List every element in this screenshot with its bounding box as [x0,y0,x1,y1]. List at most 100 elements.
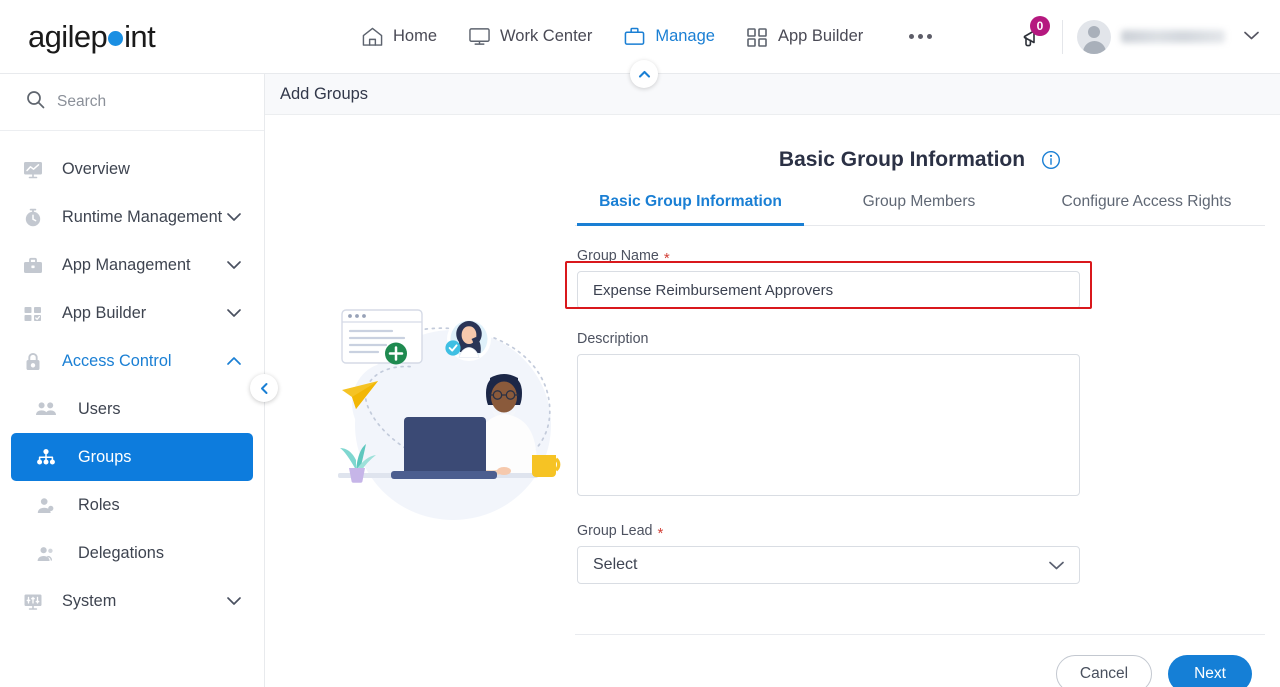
description-field: Description [575,331,1265,501]
form-panel: Basic Group Information Basic Group Info… [265,115,1280,687]
chevron-down-icon [1243,28,1260,46]
top-right-actions: 0 [1014,15,1280,54]
required-marker: * [657,524,664,542]
group-lead-label-text: Group Lead [577,523,653,539]
required-marker: * [663,249,670,267]
monitor-icon [467,26,491,48]
avatar [1077,19,1111,54]
chevron-down-icon [1048,560,1065,571]
nav-item-manage[interactable]: Manage [622,26,715,48]
tab-basic-group-information[interactable]: Basic Group Information [577,193,804,226]
panel-collapse-up-button[interactable] [630,60,658,88]
description-label: Description [577,331,1265,347]
briefcase-icon [622,26,646,48]
group-lead-field: Group Lead * Select [575,523,1265,584]
next-button[interactable]: Next [1168,655,1252,687]
group-lead-select[interactable]: Select [577,546,1080,584]
sidebar-item-users[interactable]: Users [11,385,253,433]
form-title: Basic Group Information [778,148,1026,171]
group-name-input[interactable] [577,271,1080,309]
announcements-button[interactable]: 0 [1014,15,1050,54]
grid-icon [22,303,52,324]
sidebar-item-app-builder[interactable]: App Builder [11,289,253,337]
nav-label-home: Home [393,27,438,45]
group-name-field: Group Name * [565,248,1265,309]
group-lead-selected-value: Select [593,556,638,573]
briefcase-icon [22,255,52,276]
sidebar-item-overview[interactable]: Overview [11,145,253,193]
sidebar-label-delegations: Delegations [78,543,164,562]
page-header: Add Groups [265,60,1280,115]
logo-text: agilep int [28,18,156,55]
sidebar-item-delegations[interactable]: Delegations [11,529,253,577]
application-window: agilep int Home Work Center Manage App B… [0,0,1280,687]
search-icon [26,90,45,114]
nav-item-work-center[interactable]: Work Center [467,26,592,48]
tab-configure-access-rights[interactable]: Configure Access Rights [1034,193,1259,225]
sidebar-label-system: System [62,591,117,610]
sidebar-label-access-control: Access Control [62,351,172,370]
clock-icon [22,207,52,228]
basic-group-information-form: Basic Group Information Basic Group Info… [565,115,1265,584]
chevron-down-icon [226,308,242,318]
sidebar-label-users: Users [78,399,121,418]
brand-logo[interactable]: agilep int [0,19,265,55]
lock-icon [22,351,52,372]
description-label-text: Description [577,331,649,347]
nav-label-work-center: Work Center [500,27,593,45]
form-actions: Cancel Next [1056,655,1252,687]
footer-divider [575,634,1265,635]
sidebar-item-access-control[interactable]: Access Control [11,337,253,385]
grid-icon [745,26,769,48]
role-person-icon [35,496,65,515]
sidebar-label-overview: Overview [62,159,130,178]
nav-item-app-builder[interactable]: App Builder [745,26,863,48]
sidebar-label-app-management: App Management [62,255,191,274]
sidebar-collapse-button[interactable] [250,374,278,402]
sidebar-label-groups: Groups [78,447,132,466]
system-monitor-icon [22,591,52,612]
logo-text-part2: int [124,18,156,54]
info-icon[interactable] [1041,150,1061,170]
nav-item-home[interactable]: Home [360,26,437,48]
nav-label-app-builder: App Builder [777,27,864,45]
cancel-button[interactable]: Cancel [1056,655,1152,687]
group-lead-label: Group Lead * [577,523,1265,542]
more-menu-icon[interactable] [905,26,936,47]
group-illustration [320,285,580,535]
group-name-label: Group Name * [577,248,1265,267]
logo-text-part1: agilep [28,18,108,54]
page-title: Add Groups [280,84,369,103]
sidebar-label-roles: Roles [78,495,120,514]
main-nav: Home Work Center Manage App Builder [360,26,936,48]
username-label [1121,30,1225,43]
sidebar-item-groups[interactable]: Groups [11,433,253,481]
sidebar-label-app-builder: App Builder [62,303,147,322]
sidebar-item-runtime-management[interactable]: Runtime Management [11,193,253,241]
chevron-down-icon [226,260,242,270]
sidebar-item-system[interactable]: System [11,577,253,625]
sidebar-nav-list: Overview Runtime Management App Manageme… [0,131,264,625]
chart-monitor-icon [22,159,52,180]
chevron-down-icon [226,212,242,222]
search-input[interactable] [57,93,227,111]
user-menu[interactable] [1077,19,1260,54]
tab-group-members[interactable]: Group Members [804,193,1034,225]
form-title-row: Basic Group Information [575,115,1265,172]
chevron-down-icon [226,596,242,606]
sidebar-search[interactable] [0,74,264,131]
notification-badge: 0 [1030,15,1050,36]
group-name-label-text: Group Name [577,248,659,264]
sidebar-item-app-management[interactable]: App Management [11,241,253,289]
group-tree-icon [35,448,65,467]
sidebar: Overview Runtime Management [0,74,265,687]
delegation-person-icon [35,544,65,563]
chevron-up-icon [226,356,242,366]
content-area: Add Groups Basic Group Information Basic… [265,60,1280,687]
description-textarea[interactable] [577,354,1080,496]
form-tabs: Basic Group Information Group Members Co… [575,193,1265,226]
logo-dot-icon [108,30,124,46]
nav-label-manage: Manage [655,27,715,45]
sidebar-label-runtime-management: Runtime Management [62,207,223,226]
sidebar-item-roles[interactable]: Roles [11,481,253,529]
